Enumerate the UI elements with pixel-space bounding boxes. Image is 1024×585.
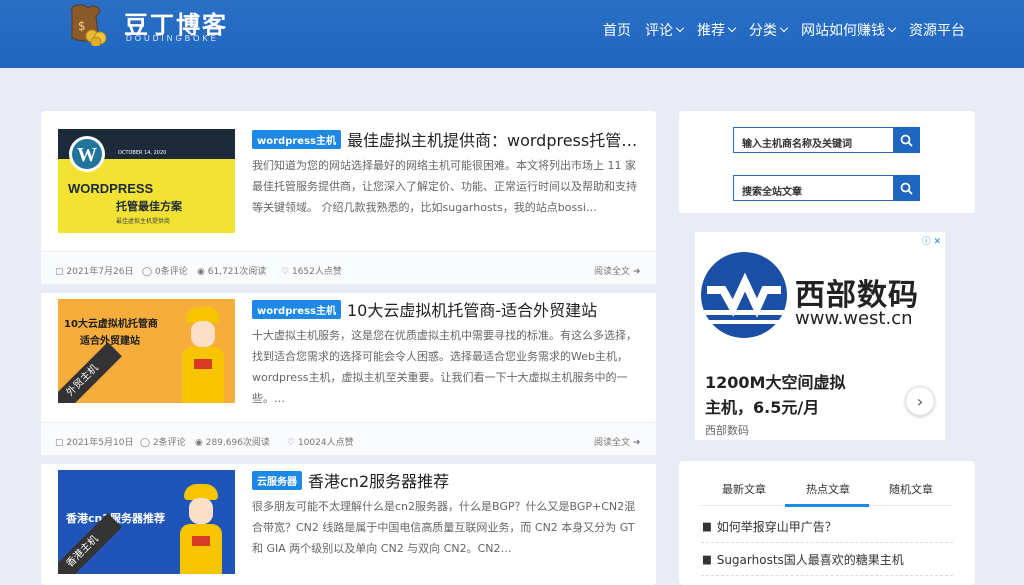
divider bbox=[41, 285, 656, 293]
tab-random[interactable]: 随机文章 bbox=[889, 481, 933, 497]
person-illustration-icon bbox=[176, 476, 226, 574]
divider bbox=[701, 542, 953, 543]
nav-home[interactable]: 首页 bbox=[603, 20, 631, 40]
divider bbox=[701, 575, 953, 576]
thumb-subheading: 托管最佳方案 bbox=[116, 200, 182, 213]
read-more-link[interactable]: 阅读全文 ➜ bbox=[594, 435, 640, 448]
thumb-heading: 10大云虚拟机托管商 bbox=[64, 319, 158, 330]
thumb-caption: 最佳虚拟主机提供商 bbox=[116, 218, 171, 225]
thumb-heading: WORDPRESS bbox=[68, 181, 154, 196]
thumb-ribbon: 外贸主机 bbox=[58, 342, 122, 403]
host-search: 输入主机商名称及关键词 bbox=[733, 127, 920, 153]
nav-label: 首页 bbox=[603, 23, 631, 39]
post-likes[interactable]: ♡ 10024人点赞 bbox=[287, 435, 354, 448]
post-likes[interactable]: ♡ 1652人点赞 bbox=[281, 264, 342, 277]
ad-url: www.west.cn bbox=[795, 308, 913, 329]
post-comments[interactable]: ◯ 2条评论 bbox=[140, 435, 186, 448]
chevron-right-icon[interactable]: › bbox=[905, 386, 935, 416]
chevron-down-icon bbox=[727, 23, 737, 33]
post-excerpt: 我们知道为您的网站选择最好的网络主机可能很困难。本文将列出市场上 11 家最佳托… bbox=[252, 159, 637, 214]
search-panel: 输入主机商名称及关键词 搜索全站文章 bbox=[679, 111, 975, 213]
post-views: ◉ 289,696次阅读 bbox=[195, 438, 270, 448]
nav-label: 评论 bbox=[645, 23, 673, 39]
ad-banner[interactable]: ⓘ ✕ 西部数码 www.west.cn 1200M大空间虚拟主机，6.5元/月… bbox=[694, 231, 946, 441]
ad-source: 西部数码 bbox=[705, 424, 749, 437]
nav-resources[interactable]: 资源平台 bbox=[909, 20, 965, 40]
nav-make-money[interactable]: 网站如何赚钱 bbox=[801, 20, 897, 40]
nav-label: 网站如何赚钱 bbox=[801, 23, 885, 39]
nav-recommend[interactable]: 推荐 bbox=[697, 20, 737, 40]
post-excerpt: 十大虚拟主机服务，这是您在优质虚拟主机中需要寻找的标准。有这么多选择，找到适合您… bbox=[252, 329, 637, 405]
post-thumbnail[interactable]: W OCTOBER 14, 2020 WORDPRESS 托管最佳方案 最佳虚拟… bbox=[58, 129, 235, 233]
post-title[interactable]: 最佳虚拟主机提供商：wordpress托管最… bbox=[347, 127, 642, 151]
hot-post-item[interactable]: ▆ 如何举报穿山甲广告？ bbox=[703, 518, 837, 535]
nav-reviews[interactable]: 评论 bbox=[645, 20, 685, 40]
post-card: 香港cn2服务器推荐 香港主机 云服务器 香港cn2服务器推荐 很多朋友可能不太… bbox=[41, 464, 656, 585]
active-tab-indicator bbox=[785, 504, 869, 507]
divider bbox=[41, 456, 656, 464]
post-list: W OCTOBER 14, 2020 WORDPRESS 托管最佳方案 最佳虚拟… bbox=[41, 111, 656, 585]
nav-category[interactable]: 分类 bbox=[749, 20, 789, 40]
post-views: ◉ 61,721次阅读 bbox=[197, 267, 267, 277]
search-icon bbox=[900, 134, 913, 147]
post-thumbnail[interactable]: 香港cn2服务器推荐 香港主机 bbox=[58, 470, 235, 574]
wordpress-logo-icon: W bbox=[69, 136, 105, 172]
category-badge[interactable]: wordpress主机 bbox=[252, 299, 341, 319]
book-icon: ▆ bbox=[703, 521, 711, 532]
post-body: wordpress主机 最佳虚拟主机提供商：wordpress托管最… 我们知道… bbox=[252, 129, 642, 239]
nav-label: 资源平台 bbox=[909, 23, 965, 39]
post-comments[interactable]: ◯ 0条评论 bbox=[142, 264, 188, 277]
svg-text:$: $ bbox=[78, 19, 86, 33]
chevron-down-icon bbox=[779, 23, 789, 33]
post-meta: ▢ 2021年7月26日 ◯ 0条评论 ◉ 61,721次阅读 ♡ 1652人点… bbox=[41, 251, 656, 285]
post-title[interactable]: 10大云虚拟机托管商-适合外贸建站 bbox=[347, 297, 597, 321]
search-button[interactable] bbox=[893, 127, 920, 153]
nav-label: 分类 bbox=[749, 23, 777, 39]
chevron-down-icon bbox=[887, 23, 897, 33]
hot-post-title: Sugarhosts国人最喜欢的糖果主机 bbox=[716, 553, 904, 567]
site-search-input[interactable]: 搜索全站文章 bbox=[733, 175, 893, 201]
chevron-down-icon bbox=[675, 23, 685, 33]
post-meta: ▢ 2021年5月10日 ◯ 2条评论 ◉ 289,696次阅读 ♡ 10024… bbox=[41, 422, 656, 456]
host-search-input[interactable]: 输入主机商名称及关键词 bbox=[733, 127, 893, 153]
hot-post-item[interactable]: ▆ Sugarhosts国人最喜欢的糖果主机 bbox=[703, 551, 904, 568]
ad-headline: 1200M大空间虚拟主机，6.5元/月 bbox=[705, 373, 846, 417]
site-subtitle: DOUDINGBOKE bbox=[126, 34, 220, 43]
read-more-link[interactable]: 阅读全文 ➜ bbox=[594, 264, 640, 277]
tab-hot[interactable]: 热点文章 bbox=[806, 481, 850, 497]
post-card: 10大云虚拟机托管商 适合外贸建站 外贸主机 wordpress主机 10大云虚… bbox=[41, 293, 656, 423]
post-date: ▢ 2021年7月26日 bbox=[55, 267, 134, 277]
thumb-date: OCTOBER 14, 2020 bbox=[118, 150, 167, 156]
site-search: 搜索全站文章 bbox=[733, 175, 920, 201]
post-title[interactable]: 香港cn2服务器推荐 bbox=[308, 468, 449, 492]
post-excerpt: 很多朋友可能不太理解什么是cn2服务器，什么是BGP？什么又是BGP+CN2混合… bbox=[252, 500, 636, 555]
book-icon: ▆ bbox=[703, 554, 711, 565]
ad-info-icon[interactable]: ⓘ ✕ bbox=[922, 234, 941, 247]
post-thumbnail[interactable]: 10大云虚拟机托管商 适合外贸建站 外贸主机 bbox=[58, 299, 235, 403]
search-button[interactable] bbox=[893, 175, 920, 201]
tab-latest[interactable]: 最新文章 bbox=[722, 481, 766, 497]
person-illustration-icon bbox=[178, 301, 226, 403]
hot-post-title: 如何举报穿山甲广告？ bbox=[716, 520, 837, 534]
logo-icon[interactable]: $ bbox=[62, 2, 108, 48]
svg-text:W: W bbox=[77, 144, 97, 166]
west-logo-icon bbox=[701, 252, 787, 338]
main-nav: 首页 评论 推荐 分类 网站如何赚钱 资源平台 bbox=[603, 20, 979, 40]
category-badge[interactable]: 云服务器 bbox=[252, 470, 302, 490]
post-body: wordpress主机 10大云虚拟机托管商-适合外贸建站 十大虚拟主机服务，这… bbox=[252, 299, 642, 409]
site-header: $ 豆丁博客 DOUDINGBOKE 首页 评论 推荐 分类 网站如何赚钱 资源… bbox=[0, 0, 1024, 68]
sidebar: 输入主机商名称及关键词 搜索全站文章 ⓘ ✕ 西部数码 www.west.cn … bbox=[679, 111, 975, 585]
nav-label: 推荐 bbox=[697, 23, 725, 39]
category-badge[interactable]: wordpress主机 bbox=[252, 129, 341, 149]
post-date: ▢ 2021年5月10日 bbox=[55, 438, 134, 448]
post-body: 云服务器 香港cn2服务器推荐 很多朋友可能不太理解什么是cn2服务器，什么是B… bbox=[252, 470, 642, 580]
article-tabs-panel: 最新文章 热点文章 随机文章 ▆ 如何举报穿山甲广告？ ▆ Sugarhosts国人… bbox=[679, 461, 975, 585]
search-icon bbox=[900, 182, 913, 195]
